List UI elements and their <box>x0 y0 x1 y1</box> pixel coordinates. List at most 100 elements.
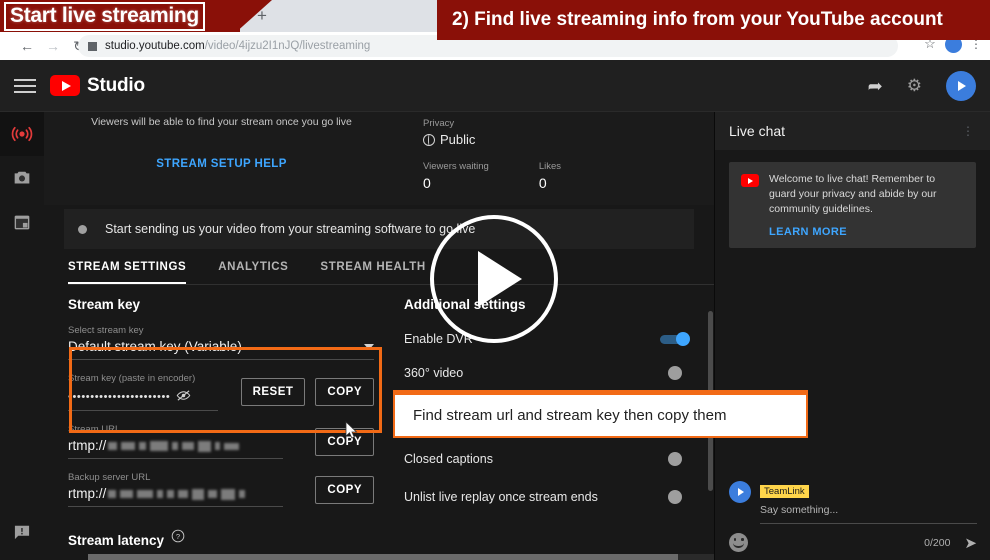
toggle-unlist-replay[interactable] <box>660 490 690 504</box>
live-chat-menu-icon[interactable]: ⋮ <box>960 125 976 137</box>
help-icon[interactable]: ? <box>171 529 185 548</box>
copy-stream-key-button[interactable]: COPY <box>315 378 374 406</box>
sidebar-item-webcam[interactable] <box>0 156 44 200</box>
feedback-icon <box>14 525 30 540</box>
reset-stream-key-button[interactable]: RESET <box>240 378 306 406</box>
play-triangle-icon <box>478 251 522 307</box>
toggle-closed-captions[interactable] <box>660 452 690 466</box>
stream-stats: Viewers waiting 0 Likes 0 <box>423 161 561 191</box>
copy-backup-url-button[interactable]: COPY <box>315 475 374 504</box>
toggle-row-unlist-replay[interactable]: Unlist live replay once stream ends <box>404 490 694 504</box>
svg-text:?: ? <box>176 532 180 541</box>
share-icon[interactable]: ➦ <box>868 76 883 97</box>
toggle-360-video[interactable] <box>660 366 690 380</box>
chat-learn-more-link[interactable]: LEARN MORE <box>769 226 964 238</box>
play-button-overlay[interactable] <box>430 215 558 343</box>
toggle-row-360-video[interactable]: 360° video <box>404 366 694 380</box>
broadcast-icon <box>11 126 33 142</box>
hamburger-menu-icon[interactable] <box>10 78 40 93</box>
viewers-waiting-label: Viewers waiting <box>423 161 489 172</box>
globe-icon <box>423 133 435 146</box>
field-underline <box>68 506 283 507</box>
tab-analytics[interactable]: ANALYTICS <box>218 261 288 284</box>
account-avatar[interactable] <box>946 71 976 101</box>
studio-brand-label: Studio <box>87 74 145 96</box>
viewers-waiting-stat: Viewers waiting 0 <box>423 161 489 191</box>
status-indicator-dot <box>78 224 87 234</box>
eye-off-icon[interactable] <box>176 389 191 405</box>
live-chat-messages: Welcome to live chat! Remember to guard … <box>715 150 990 260</box>
backup-url-value-wrap: rtmp:// <box>68 486 305 501</box>
composer-row: TeamLink Say something... <box>729 481 977 524</box>
toggle-row-closed-captions[interactable]: Closed captions <box>404 452 694 466</box>
send-icon[interactable]: ➤ <box>964 534 977 552</box>
backup-url-field: Backup server URL rtmp:// COPY <box>68 472 374 507</box>
callout-annotation: Find stream url and stream key then copy… <box>393 390 808 438</box>
live-chat-panel: Live chat ⋮ Welcome to live chat! Rememb… <box>714 112 990 560</box>
chat-user-avatar <box>729 481 751 503</box>
stream-key-input-wrap[interactable]: Stream key (paste in encoder) ••••••••••… <box>68 373 231 411</box>
backup-url-label: Backup server URL <box>68 472 151 483</box>
toggle-row-enable-dvr[interactable]: Enable DVR <box>404 332 694 346</box>
select-stream-key-value: Default stream key (Variable) <box>68 339 242 354</box>
stream-status-bar: Start sending us your video from your st… <box>64 209 694 249</box>
tab-stream-settings[interactable]: STREAM SETTINGS <box>68 261 187 284</box>
backup-url-value: rtmp:// <box>68 486 107 501</box>
viewers-waiting-value: 0 <box>423 175 431 191</box>
likes-value: 0 <box>538 175 547 191</box>
sidebar-item-schedule[interactable] <box>0 200 44 244</box>
stream-key-column: Stream key Select stream key Default str… <box>44 293 394 548</box>
likes-stat: Likes 0 <box>539 161 561 191</box>
chat-welcome-card: Welcome to live chat! Remember to guard … <box>729 162 976 248</box>
preview-note: Viewers will be able to find your stream… <box>91 116 352 128</box>
sidebar-item-live-streaming[interactable] <box>0 112 44 156</box>
field-underline <box>68 458 283 459</box>
stream-url-label: Stream URL <box>68 424 121 435</box>
studio-header: Studio ➦ ⚙ <box>0 60 990 112</box>
main-content: Viewers will be able to find your stream… <box>44 112 714 560</box>
live-chat-composer: TeamLink Say something... 0/200 ➤ <box>715 471 990 560</box>
chat-username-badge: TeamLink <box>760 485 809 498</box>
privacy-label: Privacy <box>423 118 455 129</box>
studio-logo[interactable]: Studio <box>50 75 145 97</box>
url-domain: studio.youtube.com <box>105 40 205 52</box>
stream-url-value: rtmp:// <box>68 438 107 453</box>
step-banner: 2) Find live streaming info from your Yo… <box>437 0 990 40</box>
select-stream-key-row[interactable]: Default stream key (Variable) <box>68 336 374 354</box>
backup-url-input-wrap[interactable]: Backup server URL rtmp:// <box>68 472 305 507</box>
emoji-icon[interactable] <box>729 533 748 552</box>
likes-label: Likes <box>538 161 562 172</box>
gear-icon[interactable]: ⚙ <box>907 76 922 96</box>
toggle-enable-dvr[interactable] <box>660 332 690 346</box>
live-chat-header: Live chat ⋮ <box>715 112 990 150</box>
tab-stream-health[interactable]: STREAM HEALTH <box>320 261 425 284</box>
stream-preview-area: Viewers will be able to find your stream… <box>44 112 714 205</box>
stream-key-row: Stream key (paste in encoder) ••••••••••… <box>68 373 374 411</box>
stream-url-field: Stream URL rtmp:// COPY <box>68 424 374 459</box>
chat-input[interactable]: Say something... <box>760 504 977 524</box>
site-info-icon[interactable] <box>88 41 97 51</box>
address-bar-url: studio.youtube.com/video/4ijzu2I1nJQ/liv… <box>105 40 370 52</box>
stream-key-field: Stream key (paste in encoder) ••••••••••… <box>68 373 374 411</box>
stream-latency-row: Stream latency ? <box>68 529 374 548</box>
calendar-icon <box>14 215 30 230</box>
select-stream-key-field[interactable]: Select stream key Default stream key (Va… <box>68 325 374 360</box>
horizontal-scrollbar[interactable] <box>88 554 714 560</box>
browser-menu-icon[interactable]: ⋮ <box>968 38 984 50</box>
stream-setup-help-link[interactable]: STREAM SETUP HELP <box>44 158 399 170</box>
stream-latency-label: Stream latency <box>68 533 165 548</box>
screenshot-root: Start live streaming + 2) Find live stre… <box>0 0 990 560</box>
field-underline <box>68 410 218 411</box>
stream-key-title: Stream key <box>68 297 141 312</box>
stream-meta: Privacy Public Viewers waiting 0 Likes 0 <box>399 112 561 205</box>
composer-actions: 0/200 ➤ <box>729 533 977 552</box>
back-icon[interactable]: ← <box>14 33 40 59</box>
privacy-value-row[interactable]: Public <box>423 132 561 147</box>
status-message: Start sending us your video from your st… <box>105 222 476 236</box>
backup-url-row: Backup server URL rtmp:// COPY <box>68 472 374 507</box>
feedback-button[interactable] <box>0 522 44 542</box>
chevron-down-icon[interactable] <box>364 344 374 350</box>
stream-url-input-wrap[interactable]: Stream URL rtmp:// <box>68 424 305 459</box>
stream-key-actions: RESET COPY <box>240 378 374 406</box>
new-tab-button[interactable]: + <box>252 7 272 27</box>
